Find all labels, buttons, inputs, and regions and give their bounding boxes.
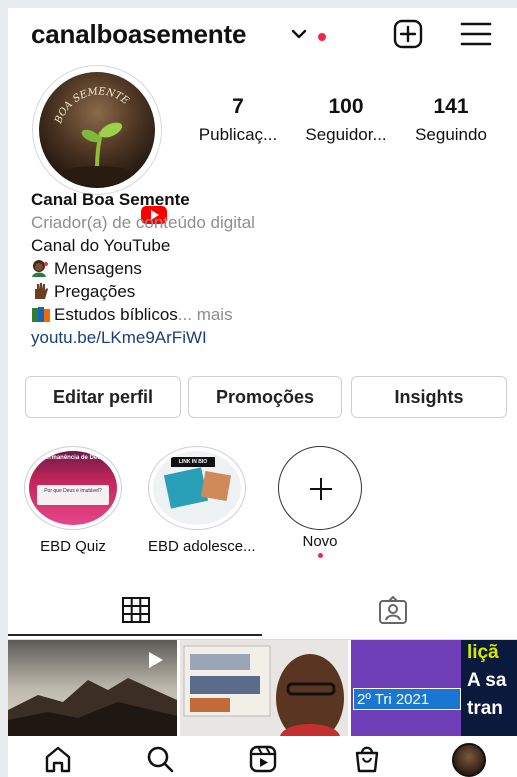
person-speaking-icon bbox=[32, 260, 48, 277]
top-bar: canalboasemente bbox=[8, 8, 517, 62]
search-icon[interactable] bbox=[145, 744, 175, 774]
posts-count: 7 bbox=[232, 95, 244, 118]
cover-title: LINK IN BIO bbox=[171, 457, 215, 467]
cover-title: Permanência de Deus bbox=[41, 455, 105, 461]
reels-icon[interactable] bbox=[248, 744, 278, 774]
bio-line-4: Estudos bíblicos... mais bbox=[31, 303, 255, 326]
post-thumbnail-3[interactable]: liçã A sa tran 2º Tri 2021 bbox=[351, 640, 517, 736]
stat-following[interactable]: 141 Seguindo bbox=[406, 95, 496, 145]
profile-avatar-nav-icon[interactable] bbox=[452, 743, 486, 777]
post-thumbnail-1[interactable] bbox=[8, 640, 177, 736]
profile-avatar[interactable]: BOA SEMENTE bbox=[32, 65, 167, 224]
raised-hand-icon bbox=[35, 283, 48, 299]
bio-category: Criador(a) de conteúdo digital bbox=[31, 213, 255, 232]
bio-line-2: Mensagens bbox=[31, 257, 255, 280]
highlight-cover: Permanência de Deus Por que Deus é imutá… bbox=[24, 446, 122, 530]
highlight-label: EBD adolesce... bbox=[148, 538, 256, 555]
profile-username[interactable]: canalboasemente bbox=[31, 19, 246, 50]
posts-label: Publicaç... bbox=[198, 125, 278, 144]
books-icon bbox=[32, 307, 50, 322]
new-dot bbox=[317, 553, 323, 558]
post-text-2: A sa bbox=[467, 670, 507, 691]
profile-bio: Canal Boa Semente Criador(a) de conteúdo… bbox=[31, 188, 255, 349]
hamburger-menu-icon[interactable] bbox=[460, 20, 492, 48]
posts-grid: liçã A sa tran 2º Tri 2021 bbox=[8, 640, 517, 736]
highlight-cover-image: LINK IN BIO bbox=[153, 451, 241, 525]
highlight-new[interactable]: Novo bbox=[278, 446, 362, 558]
tagged-icon[interactable] bbox=[378, 596, 408, 626]
highlight-label: EBD Quiz bbox=[40, 538, 106, 555]
stat-followers[interactable]: 100 Seguidor... bbox=[296, 95, 396, 145]
highlight-label: Novo bbox=[302, 533, 338, 550]
followers-count: 100 bbox=[328, 95, 364, 118]
promotions-button[interactable]: Promoções bbox=[188, 376, 342, 418]
new-highlight-ring bbox=[278, 446, 362, 530]
edit-profile-button[interactable]: Editar perfil bbox=[25, 376, 181, 418]
cover-photo bbox=[200, 470, 232, 502]
bio-line-1: Canal do YouTube bbox=[31, 236, 171, 255]
profile-tabs bbox=[8, 588, 517, 640]
grid-icon[interactable] bbox=[121, 596, 151, 624]
video-play-icon bbox=[149, 652, 163, 668]
following-label: Seguindo bbox=[415, 125, 487, 144]
cover-question: Por que Deus é imutável? bbox=[37, 485, 109, 505]
insights-button[interactable]: Insights bbox=[351, 376, 507, 418]
bottom-navigation bbox=[8, 736, 517, 777]
home-icon[interactable] bbox=[43, 744, 73, 774]
seedling-logo: BOA SEMENTE bbox=[53, 86, 137, 186]
shop-bag-icon[interactable] bbox=[352, 744, 382, 774]
man-photo bbox=[180, 640, 348, 736]
bio-link[interactable]: youtu.be/LKme9ArFiWI bbox=[31, 326, 255, 349]
bio-name: Canal Boa Semente bbox=[31, 190, 190, 209]
notification-dot bbox=[318, 33, 326, 41]
bio-line-3: Pregações bbox=[31, 280, 255, 303]
post-text-1: liçã bbox=[467, 642, 499, 663]
highlight-cover: LINK IN BIO bbox=[148, 446, 246, 530]
following-count: 141 bbox=[433, 95, 469, 118]
quarter-tag: 2º Tri 2021 bbox=[353, 688, 461, 710]
highlight-ebd-adolescentes[interactable]: LINK IN BIO EBD adolesce... bbox=[148, 446, 256, 555]
more-link[interactable]: ... mais bbox=[178, 305, 233, 324]
post-text-3: tran bbox=[467, 698, 503, 719]
followers-label: Seguidor... bbox=[305, 125, 387, 144]
svg-text:BOA SEMENTE: BOA SEMENTE bbox=[53, 86, 131, 126]
highlight-ebd-quiz[interactable]: Permanência de Deus Por que Deus é imutá… bbox=[24, 446, 122, 555]
chevron-down-icon[interactable] bbox=[291, 28, 307, 40]
avatar-image: BOA SEMENTE bbox=[39, 72, 155, 188]
highlight-cover-image: Permanência de Deus Por que Deus é imutá… bbox=[29, 451, 117, 525]
instagram-profile-screen: canalboasemente BOA SEMENTE 7 Publicaç..… bbox=[8, 8, 517, 777]
post-thumbnail-2[interactable] bbox=[180, 640, 348, 736]
active-tab-indicator bbox=[8, 634, 262, 636]
plus-icon bbox=[310, 478, 332, 500]
stat-posts[interactable]: 7 Publicaç... bbox=[193, 95, 283, 145]
add-post-icon[interactable] bbox=[392, 18, 424, 50]
